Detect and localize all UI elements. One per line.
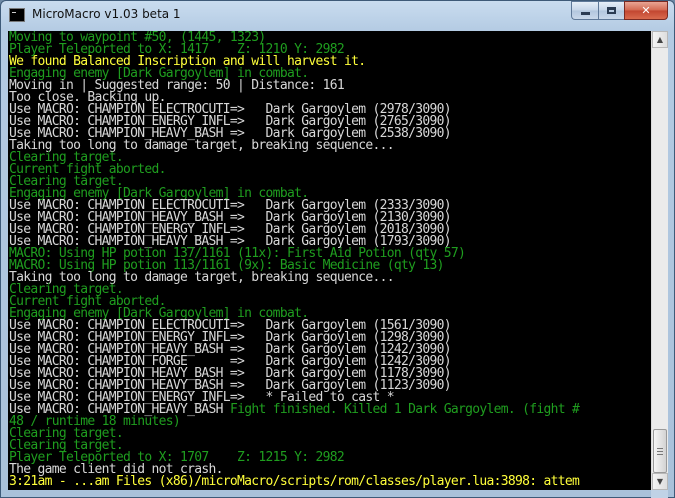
- scrollbar-thumb[interactable]: [653, 429, 667, 473]
- grip-line: [657, 454, 663, 455]
- window-title: MicroMacro v1.03 beta 1: [32, 7, 181, 21]
- close-icon: ✕: [641, 4, 651, 17]
- minimize-icon: [580, 12, 590, 15]
- console-window: MicroMacro v1.03 beta 1 ✕ Moving to wayp…: [0, 0, 675, 498]
- caption-buttons: ✕: [571, 1, 668, 21]
- arrow-up-icon: ▲: [656, 35, 664, 44]
- grip-line: [657, 451, 663, 452]
- frame-bottom-right: [651, 490, 668, 498]
- scroll-down-button[interactable]: ▼: [652, 473, 668, 490]
- console-output[interactable]: Moving to waypoint #50, (1445, 1323) Play…: [8, 31, 651, 490]
- close-button[interactable]: ✕: [624, 1, 668, 20]
- console-icon[interactable]: [9, 8, 25, 22]
- title-bar[interactable]: MicroMacro v1.03 beta 1 ✕: [1, 1, 674, 30]
- grip-line: [657, 448, 663, 449]
- scroll-up-button[interactable]: ▲: [652, 31, 668, 48]
- minimize-button[interactable]: [571, 1, 598, 20]
- arrow-down-icon: ▼: [656, 477, 664, 486]
- vertical-scrollbar[interactable]: ▲ ▼: [651, 31, 668, 490]
- console-line-segment: Fight finished. Killed 1 Dark Gargoylem.…: [229, 402, 580, 417]
- console-line: 3:21am - ...am Files (x86)/microMacro/sc…: [9, 474, 580, 489]
- maximize-button[interactable]: [598, 1, 624, 20]
- maximize-icon: [607, 7, 616, 14]
